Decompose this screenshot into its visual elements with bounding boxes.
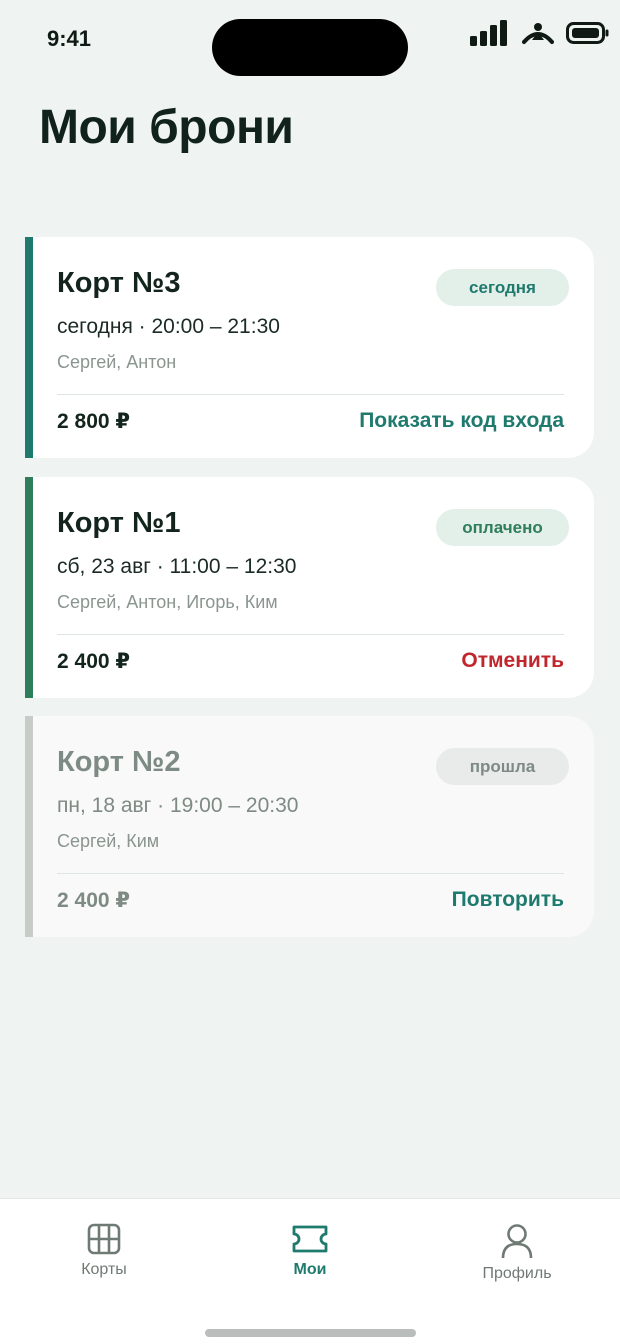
court-name: Корт №2: [57, 746, 181, 778]
tab-label: Корты: [81, 1261, 127, 1278]
tab-label: Мои: [293, 1261, 327, 1278]
tab-my-bookings[interactable]: Мои: [240, 1223, 380, 1279]
booking-time: сб, 23 авг · 11:00 – 12:30: [57, 555, 297, 578]
status-bar: 9:41: [0, 0, 620, 80]
status-badge: прошла: [436, 748, 569, 785]
players-list: Сергей, Ким: [57, 831, 160, 851]
ticket-icon: [292, 1225, 328, 1253]
booking-time: пн, 18 авг · 19:00 – 20:30: [57, 794, 299, 817]
status-icons: [470, 18, 610, 48]
repeat-booking-button[interactable]: Повторить: [452, 888, 564, 912]
court-name: Корт №1: [57, 507, 181, 539]
page-title: Мои брони: [39, 101, 294, 154]
home-indicator[interactable]: [205, 1329, 416, 1337]
status-badge: оплачено: [436, 509, 569, 546]
grid-icon: [87, 1223, 121, 1255]
card-accent-bar: [25, 716, 33, 937]
booking-card-court-3[interactable]: Корт №3 сегодня сегодня · 20:00 – 21:30 …: [25, 237, 594, 458]
tab-profile[interactable]: Профиль: [447, 1223, 587, 1283]
dynamic-island: [212, 19, 408, 76]
players-list: Сергей, Антон: [57, 352, 177, 372]
show-entry-code-button[interactable]: Показать код входа: [359, 409, 564, 433]
tab-bar: Корты Мои Профиль: [0, 1198, 620, 1344]
cancel-booking-button[interactable]: Отменить: [461, 649, 564, 673]
divider: [57, 634, 564, 635]
booking-price: 2 400 ₽: [57, 650, 130, 673]
tab-label: Профиль: [482, 1265, 552, 1282]
players-list: Сергей, Антон, Игорь, Ким: [57, 592, 278, 612]
wifi-icon: [522, 23, 554, 44]
booking-time: сегодня · 20:00 – 21:30: [57, 315, 280, 338]
battery-icon: [566, 22, 609, 44]
divider: [57, 394, 564, 395]
booking-card-court-1[interactable]: Корт №1 оплачено сб, 23 авг · 11:00 – 12…: [25, 477, 594, 698]
booking-price: 2 800 ₽: [57, 410, 130, 433]
status-badge: сегодня: [436, 269, 569, 306]
card-accent-bar: [25, 237, 33, 458]
person-icon: [501, 1224, 533, 1259]
signal-icon: [470, 20, 507, 46]
court-name: Корт №3: [57, 267, 181, 299]
booking-price: 2 400 ₽: [57, 889, 130, 912]
tab-courts[interactable]: Корты: [34, 1223, 174, 1279]
card-accent-bar: [25, 477, 33, 698]
status-time: 9:41: [47, 26, 92, 51]
booking-card-court-2[interactable]: Корт №2 прошла пн, 18 авг · 19:00 – 20:3…: [25, 716, 594, 937]
divider: [57, 873, 564, 874]
